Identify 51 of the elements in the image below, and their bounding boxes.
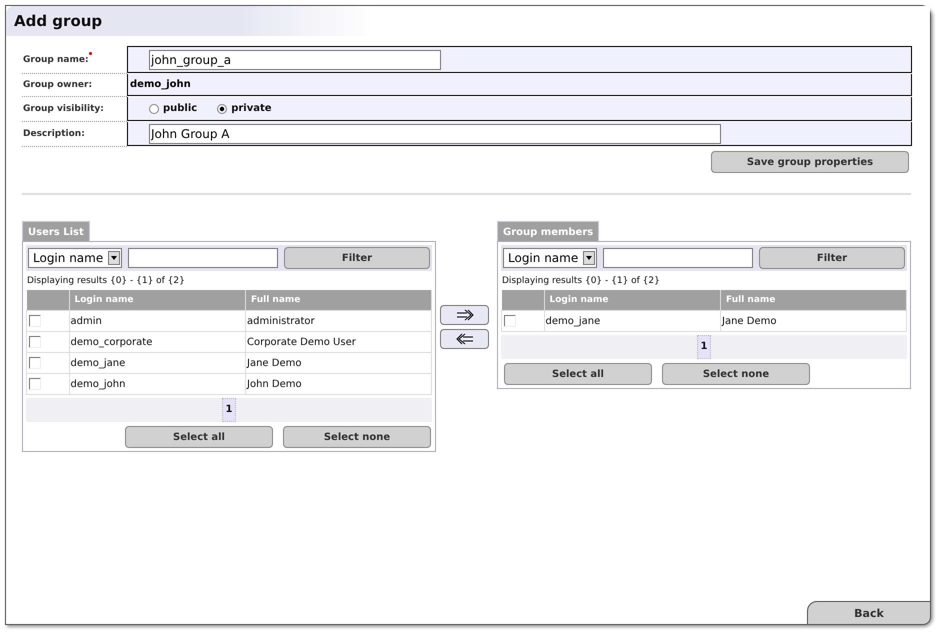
- radio-button-icon[interactable]: [149, 104, 159, 114]
- remove-member-button[interactable]: [440, 329, 489, 349]
- filter-field[interactable]: [128, 248, 278, 268]
- owner-value: demo_john: [130, 79, 191, 90]
- field-label: Group visibility:: [23, 104, 104, 114]
- select-all-button[interactable]: Select all: [125, 426, 273, 448]
- visibility-option[interactable]: public: [149, 103, 198, 114]
- column-header: Login name: [544, 290, 720, 310]
- window-title: Add group: [14, 12, 102, 30]
- table-cell: Jane Demo: [246, 352, 432, 374]
- table-cell: demo_john: [69, 374, 246, 394]
- visibility-option[interactable]: private: [217, 103, 272, 114]
- filter-button[interactable]: Filter: [284, 247, 430, 269]
- column-header: Login name: [69, 290, 246, 310]
- filter-dropdown[interactable]: Login name: [28, 248, 122, 268]
- row-checkbox[interactable]: [29, 378, 41, 390]
- back-button[interactable]: Back: [807, 601, 931, 625]
- table-cell: Jane Demo: [720, 310, 906, 332]
- select-all-button[interactable]: Select all: [504, 363, 652, 385]
- table-cell: demo_jane: [69, 352, 246, 374]
- column-header: Full name: [246, 290, 432, 310]
- select-none-button[interactable]: Select none: [662, 363, 810, 385]
- results-summary: Displaying results {0} - {1} of {2}: [501, 275, 661, 288]
- field-label: Description:: [23, 129, 85, 139]
- row-checkbox[interactable]: [29, 336, 41, 348]
- required-marker-icon: [88, 52, 92, 55]
- page-link[interactable]: 1: [696, 335, 712, 359]
- column-header: Full name: [720, 290, 906, 310]
- save-button[interactable]: Save group properties: [711, 151, 909, 173]
- table-cell: administrator: [246, 310, 432, 332]
- radio-button-icon[interactable]: [217, 104, 228, 114]
- filter-button[interactable]: Filter: [759, 247, 905, 269]
- table-cell: demo_corporate: [69, 332, 246, 352]
- row-checkbox[interactable]: [504, 315, 516, 327]
- table-cell: Corporate Demo User: [246, 332, 432, 352]
- filter-dropdown[interactable]: Login name: [503, 248, 597, 268]
- page-link[interactable]: 1: [222, 398, 236, 422]
- filter-field[interactable]: [603, 248, 753, 268]
- field-label: Group name:: [23, 54, 89, 64]
- right-arrow-icon: [456, 309, 474, 321]
- table-cell: admin: [69, 310, 246, 332]
- left-arrow-icon: [456, 333, 474, 345]
- row-checkbox[interactable]: [29, 315, 41, 327]
- add-member-button[interactable]: [440, 305, 489, 325]
- results-summary: Displaying results {0} - {1} of {2}: [26, 275, 186, 288]
- table-cell: John Demo: [246, 374, 432, 394]
- group-name-field[interactable]: john_group_a: [149, 50, 441, 70]
- field-label: Group owner:: [23, 80, 92, 90]
- table-cell: demo_jane: [544, 310, 720, 332]
- select-none-button[interactable]: Select none: [283, 426, 431, 448]
- row-checkbox[interactable]: [29, 357, 41, 369]
